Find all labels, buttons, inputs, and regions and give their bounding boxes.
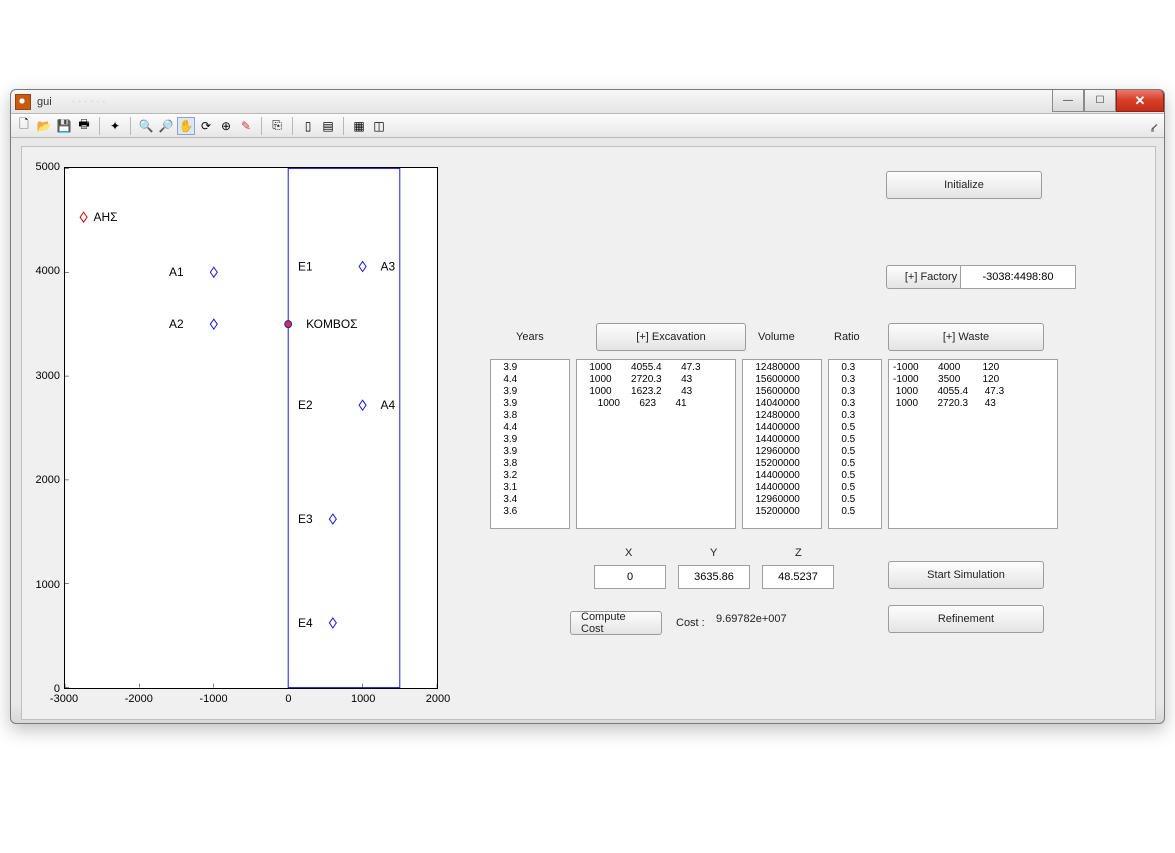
compute-cost-button[interactable]: Compute Cost [570, 611, 662, 635]
svg-text:E2: E2 [298, 398, 313, 412]
zoom-out-icon[interactable]: 🔎 [157, 117, 175, 135]
factory-input[interactable] [960, 265, 1076, 289]
titlebar: gui · · · · · · — ☐ ✕ [11, 90, 1164, 114]
ratio-label: Ratio [834, 331, 860, 343]
legend-icon[interactable]: ▤ [319, 117, 337, 135]
initialize-button[interactable]: Initialize [886, 171, 1042, 199]
svg-text:E1: E1 [298, 260, 313, 274]
window-buttons: — ☐ ✕ [1052, 90, 1164, 112]
svg-text:A3: A3 [381, 260, 396, 274]
open-file-icon[interactable]: 📂 [35, 117, 53, 135]
z-input[interactable] [762, 565, 834, 589]
cost-value: 9.69782e+007 [716, 613, 787, 625]
cost-label: Cost : [676, 617, 705, 629]
maximize-button[interactable]: ☐ [1084, 90, 1116, 112]
svg-text:E4: E4 [298, 616, 313, 630]
zoom-in-icon[interactable]: 🔍 [137, 117, 155, 135]
refinement-button[interactable]: Refinement [888, 605, 1044, 633]
main-window: gui · · · · · · — ☐ ✕ 🗋 📂 💾 🖶 ✦ 🔍 🔎 ✋ ⟳ … [10, 89, 1165, 724]
volume-listbox[interactable]: 12480000 15600000 15600000 14040000 1248… [742, 359, 822, 529]
svg-text:A1: A1 [169, 265, 184, 279]
svg-text:A4: A4 [381, 398, 396, 412]
data-cursor-icon[interactable]: ⊕ [217, 117, 235, 135]
figure-panel: ΑΗΣA1A2ΚΟΜΒΟΣA3A4E1E2E3E4 01000200030004… [21, 146, 1156, 720]
link-icon[interactable]: ⎘ [268, 117, 286, 135]
show-plot-tools-icon[interactable]: ◫ [370, 117, 388, 135]
start-simulation-button[interactable]: Start Simulation [888, 561, 1044, 589]
pan-icon[interactable]: ✋ [177, 117, 195, 135]
pointer-icon[interactable]: ✦ [106, 117, 124, 135]
window-title: gui [37, 96, 52, 108]
svg-text:ΑΗΣ: ΑΗΣ [94, 210, 118, 224]
excavation-listbox[interactable]: 1000 4055.4 47.3 1000 2720.3 43 1000 162… [576, 359, 736, 529]
minimize-button[interactable]: — [1052, 90, 1084, 112]
colorbar-icon[interactable]: ▯ [299, 117, 317, 135]
excavation-button[interactable]: [+] Excavation [596, 323, 746, 351]
years-listbox[interactable]: 3.9 4.4 3.9 3.9 3.8 4.4 3.9 3.9 3.8 3.2 … [490, 359, 570, 529]
hide-plot-tools-icon[interactable]: ▦ [350, 117, 368, 135]
waste-button[interactable]: [+] Waste [888, 323, 1044, 351]
svg-text:A2: A2 [169, 317, 184, 331]
y-label: Y [710, 547, 717, 559]
print-icon[interactable]: 🖶 [75, 117, 93, 135]
ratio-listbox[interactable]: 0.3 0.3 0.3 0.3 0.3 0.5 0.5 0.5 0.5 0.5 … [828, 359, 882, 529]
x-input[interactable] [594, 565, 666, 589]
rotate-icon[interactable]: ⟳ [197, 117, 215, 135]
y-input[interactable] [678, 565, 750, 589]
svg-text:ΚΟΜΒΟΣ: ΚΟΜΒΟΣ [306, 317, 357, 331]
titlebar-caption: · · · · · · [72, 96, 106, 107]
toolbar: 🗋 📂 💾 🖶 ✦ 🔍 🔎 ✋ ⟳ ⊕ ✎ ⎘ ▯ ▤ ▦ ◫ ⭹ [11, 114, 1164, 138]
matlab-icon [15, 94, 31, 110]
svg-text:E3: E3 [298, 512, 313, 526]
z-label: Z [795, 547, 802, 559]
volume-label: Volume [758, 331, 795, 343]
years-label: Years [516, 331, 544, 343]
axes[interactable]: ΑΗΣ A1 A2 ΚΟΜΒΟΣ A3 A4 E1 E2 E3 E4 [64, 167, 438, 689]
new-file-icon[interactable]: 🗋 [15, 117, 33, 135]
close-button[interactable]: ✕ [1116, 90, 1164, 112]
waste-listbox[interactable]: -1000 4000 120 -1000 3500 120 1000 4055.… [888, 359, 1058, 529]
brush-icon[interactable]: ✎ [237, 117, 255, 135]
save-icon[interactable]: 💾 [55, 117, 73, 135]
scatter-plot: ΑΗΣ A1 A2 ΚΟΜΒΟΣ A3 A4 E1 E2 E3 E4 [65, 168, 437, 688]
x-label: X [625, 547, 632, 559]
toolbar-overflow-icon[interactable]: ⭹ [1151, 118, 1158, 139]
